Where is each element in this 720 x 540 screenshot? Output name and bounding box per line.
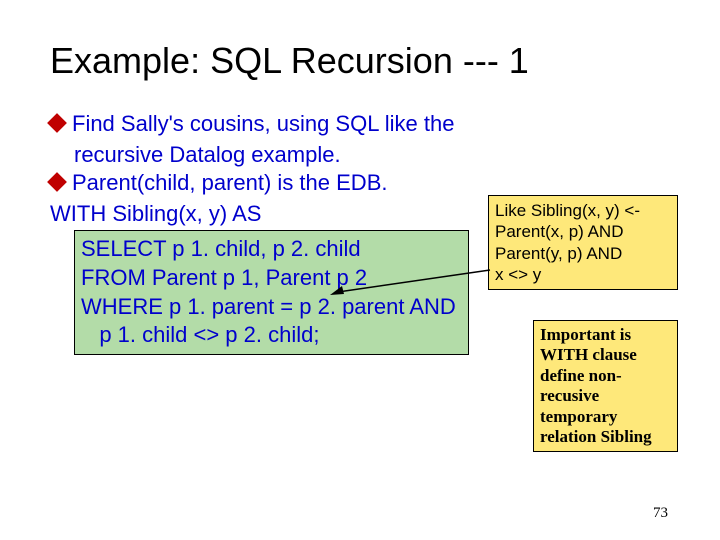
bullet-2: Parent(child, parent) is the EDB. — [50, 169, 670, 198]
important-callout: Important is WITH clause define non-recu… — [533, 320, 678, 452]
bullet-2-text: Parent(child, parent) is the EDB. — [72, 169, 387, 198]
code-line-3: WHERE p 1. parent = p 2. parent AND — [81, 293, 462, 322]
callout1-line-4: x <> y — [495, 264, 671, 285]
datalog-callout: Like Sibling(x, y) <- Parent(x, p) AND P… — [488, 195, 678, 290]
page-number: 73 — [653, 505, 668, 522]
slide: Example: SQL Recursion --- 1 Find Sally'… — [0, 0, 720, 540]
bullet-1-text-b: recursive Datalog example. — [50, 141, 670, 170]
slide-title: Example: SQL Recursion --- 1 — [50, 40, 670, 82]
code-line-4: p 1. child <> p 2. child; — [81, 321, 462, 350]
bullet-1-text-a: Find Sally's cousins, using SQL like the — [72, 110, 454, 139]
sql-code-block: SELECT p 1. child, p 2. child FROM Paren… — [74, 230, 469, 354]
bullet-1: Find Sally's cousins, using SQL like the — [50, 110, 670, 139]
code-line-1: SELECT p 1. child, p 2. child — [81, 235, 462, 264]
callout1-line-2: Parent(x, p) AND — [495, 221, 671, 242]
callout1-line-3: Parent(y, p) AND — [495, 243, 671, 264]
code-line-2: FROM Parent p 1, Parent p 2 — [81, 264, 462, 293]
callout1-line-1: Like Sibling(x, y) <- — [495, 200, 671, 221]
diamond-icon — [47, 113, 67, 133]
diamond-icon — [47, 172, 67, 192]
